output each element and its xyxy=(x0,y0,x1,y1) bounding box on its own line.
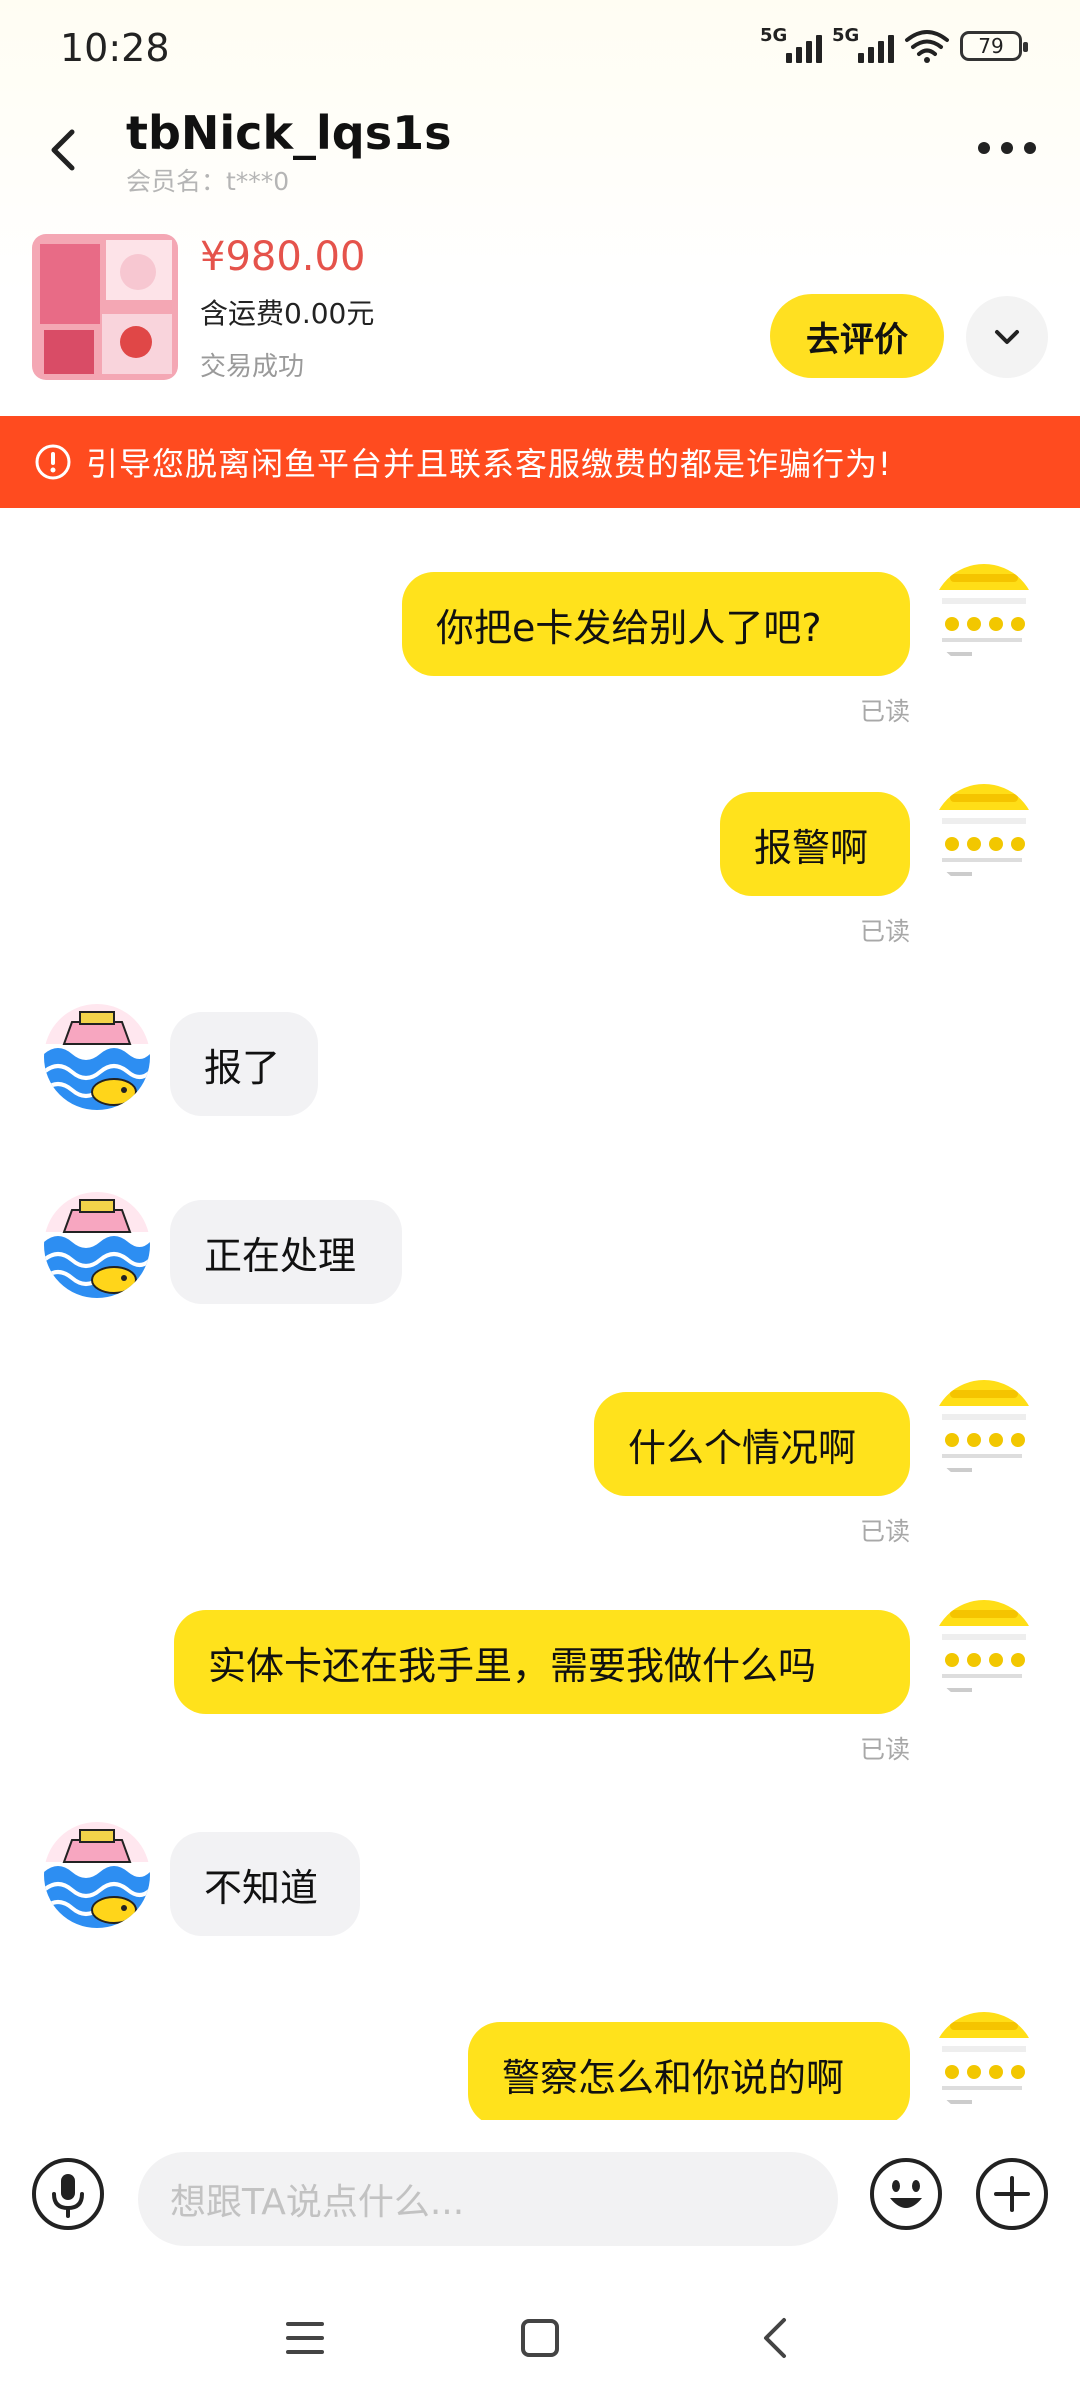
product-thumbnail[interactable] xyxy=(32,234,178,380)
message-input-bar: 想跟TA说点什么... xyxy=(0,2120,1080,2280)
microphone-icon[interactable] xyxy=(30,2156,106,2232)
signal-2-icon: 5G xyxy=(832,25,894,63)
back-arrow-icon[interactable] xyxy=(38,120,88,180)
read-status: 已读 xyxy=(859,917,910,946)
message-bubble-outgoing[interactable]: 实体卡还在我手里，需要我做什么吗 xyxy=(174,1610,910,1714)
system-nav-bar xyxy=(0,2280,1080,2400)
message-bubble-incoming[interactable]: 正在处理 xyxy=(170,1200,402,1304)
product-price: ¥980.00 xyxy=(200,234,366,280)
read-status: 已读 xyxy=(859,1517,910,1546)
chevron-down-icon xyxy=(995,330,1019,344)
chat-header: tbNick_lqs1s 会员名：t***0 xyxy=(0,100,1080,200)
signal-1-label: 5G xyxy=(760,25,788,46)
message-bubble-incoming[interactable]: 报了 xyxy=(170,1012,318,1116)
trade-status: 交易成功 xyxy=(200,352,305,382)
my-avatar[interactable] xyxy=(932,564,1036,668)
read-status: 已读 xyxy=(859,697,910,726)
warning-text: 引导您脱离闲鱼平台并且联系客服缴费的都是诈骗行为! xyxy=(86,445,892,483)
read-status: 已读 xyxy=(859,1735,910,1764)
status-indicators: 5G 5G 79 xyxy=(760,25,1028,64)
wifi-icon xyxy=(905,30,949,63)
status-bar: 10:28 5G 5G 79 xyxy=(0,0,1080,100)
product-card[interactable]: ¥980.00 含运费0.00元 交易成功 去评价 xyxy=(0,230,1080,400)
my-avatar[interactable] xyxy=(932,2012,1036,2116)
emoji-icon[interactable] xyxy=(868,2156,944,2232)
message-bubble-incoming[interactable]: 不知道 xyxy=(170,1832,360,1936)
message-bubble-outgoing[interactable]: 警察怎么和你说的啊 xyxy=(468,2022,910,2120)
chat-title[interactable]: tbNick_lqs1s xyxy=(126,106,452,160)
home-icon[interactable] xyxy=(518,2316,562,2360)
message-bubble-outgoing[interactable]: 什么个情况啊 xyxy=(594,1392,910,1496)
contact-avatar[interactable] xyxy=(44,1004,150,1110)
review-button[interactable]: 去评价 xyxy=(770,294,944,378)
message-bubble-outgoing[interactable]: 你把e卡发给别人了吧? xyxy=(402,572,910,676)
member-name: 会员名：t***0 xyxy=(126,167,290,196)
alert-circle-icon xyxy=(35,444,71,480)
plus-icon[interactable] xyxy=(974,2156,1050,2232)
recent-apps-icon[interactable] xyxy=(284,2318,326,2358)
signal-2-label: 5G xyxy=(832,25,860,46)
system-back-icon[interactable] xyxy=(756,2314,792,2362)
battery-icon: 79 xyxy=(960,31,1028,61)
fraud-warning-banner: 引导您脱离闲鱼平台并且联系客服缴费的都是诈骗行为! xyxy=(0,416,1080,508)
more-dots-icon[interactable] xyxy=(974,128,1040,168)
message-bubble-outgoing[interactable]: 报警啊 xyxy=(720,792,910,896)
contact-avatar[interactable] xyxy=(44,1192,150,1298)
my-avatar[interactable] xyxy=(932,1380,1036,1484)
shipping-fee: 含运费0.00元 xyxy=(200,297,375,330)
contact-avatar[interactable] xyxy=(44,1822,150,1928)
signal-1-icon: 5G xyxy=(760,25,822,63)
expand-button[interactable] xyxy=(966,296,1048,378)
my-avatar[interactable] xyxy=(932,1600,1036,1704)
my-avatar[interactable] xyxy=(932,784,1036,888)
status-time: 10:28 xyxy=(60,26,170,70)
message-input[interactable]: 想跟TA说点什么... xyxy=(138,2152,838,2246)
battery-level: 79 xyxy=(978,34,1004,58)
message-list[interactable]: 你把e卡发给别人了吧? 已读 报警啊 已读 报了 正在处理 什么个情况啊 已读 … xyxy=(0,508,1080,2120)
